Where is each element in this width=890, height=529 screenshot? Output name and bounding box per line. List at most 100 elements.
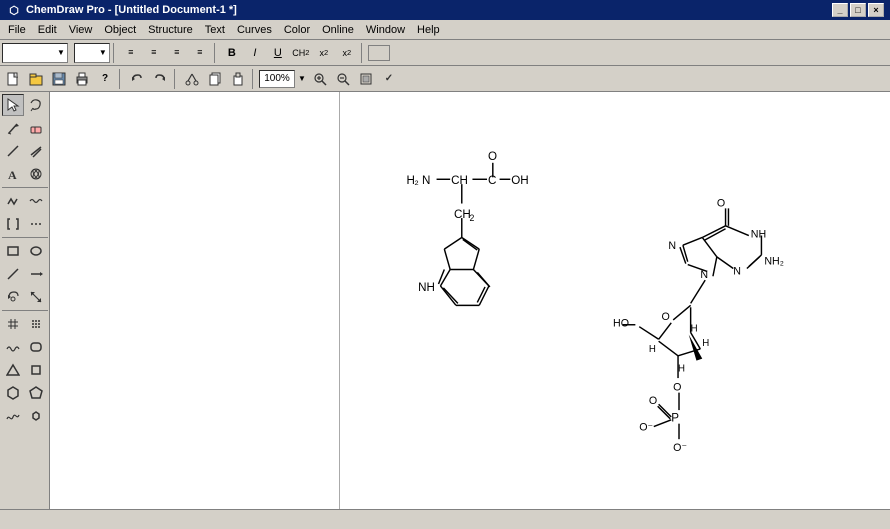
bond-tool[interactable]	[2, 140, 24, 162]
font-family-dropdown[interactable]: ▼	[2, 43, 68, 63]
zoom-dropdown-arrow[interactable]: ▼	[296, 68, 308, 90]
menu-structure[interactable]: Structure	[142, 20, 199, 40]
svg-text:P: P	[671, 412, 679, 425]
menu-color[interactable]: Color	[278, 20, 316, 40]
bold-button[interactable]: B	[221, 42, 243, 64]
svg-text:O: O	[488, 150, 497, 163]
dotted-tool[interactable]	[25, 213, 47, 235]
new-document-button[interactable]	[2, 68, 24, 90]
svg-text:O: O	[673, 382, 681, 394]
bracket-tool[interactable]	[2, 213, 24, 235]
superscript-button[interactable]: x2	[336, 42, 358, 64]
menu-help[interactable]: Help	[411, 20, 446, 40]
svg-text:A: A	[8, 168, 17, 181]
eraser-tool[interactable]	[25, 117, 47, 139]
svg-text:O: O	[717, 197, 725, 209]
redo-button[interactable]	[149, 68, 171, 90]
round-rect-tool[interactable]	[25, 336, 47, 358]
wavy-tool[interactable]	[25, 190, 47, 212]
zoom-fit-button[interactable]	[355, 68, 377, 90]
square-tool[interactable]	[25, 359, 47, 381]
small-hexagon-tool[interactable]	[25, 405, 47, 427]
font-size-arrow: ▼	[99, 48, 107, 57]
minimize-button[interactable]: _	[832, 3, 848, 17]
double-bond-tool[interactable]	[25, 140, 47, 162]
svg-text:OH: OH	[511, 174, 528, 187]
chain-tool[interactable]	[2, 190, 24, 212]
svg-text:N: N	[422, 174, 430, 187]
italic-button[interactable]: I	[244, 42, 266, 64]
checkmark-button[interactable]: ✓	[378, 68, 400, 90]
copy-button[interactable]	[204, 68, 226, 90]
arrow-draw-tool[interactable]	[25, 263, 47, 285]
squiggle-tool[interactable]	[2, 405, 24, 427]
rect-tool[interactable]	[2, 240, 24, 262]
menu-edit[interactable]: Edit	[32, 20, 63, 40]
cut-button[interactable]	[181, 68, 203, 90]
resize-tool[interactable]	[25, 286, 47, 308]
app-icon: ⬡	[6, 2, 22, 18]
lasso-tool[interactable]	[25, 94, 47, 116]
svg-text:NH: NH	[418, 281, 435, 294]
maximize-button[interactable]: □	[850, 3, 866, 17]
atom-tool[interactable]	[25, 163, 47, 185]
svg-text:H: H	[678, 363, 685, 374]
svg-text:H: H	[691, 324, 698, 335]
svg-text:O: O	[649, 395, 657, 407]
ellipse-tool[interactable]	[25, 240, 47, 262]
undo-button[interactable]	[126, 68, 148, 90]
grid-tool[interactable]	[2, 313, 24, 335]
svg-text:CH: CH	[451, 174, 468, 187]
close-button[interactable]: ×	[868, 3, 884, 17]
zoom-out-button[interactable]	[332, 68, 354, 90]
svg-text:N: N	[668, 240, 676, 252]
zoom-level-display: 100%	[259, 70, 295, 88]
triangle-tool[interactable]	[2, 359, 24, 381]
font-size-dropdown[interactable]: ▼	[74, 43, 110, 63]
align-left-button[interactable]: ≡	[120, 42, 142, 64]
dot-grid-tool[interactable]	[25, 313, 47, 335]
print-button[interactable]	[71, 68, 93, 90]
svg-text:2: 2	[470, 213, 475, 223]
molecule-area: H ₂ N CH C O OH CH 2	[340, 92, 890, 509]
menu-file[interactable]: File	[2, 20, 32, 40]
subscript-button[interactable]: x2	[313, 42, 335, 64]
paste-button[interactable]	[227, 68, 249, 90]
align-justify-button[interactable]: ≡	[189, 42, 211, 64]
menu-curves[interactable]: Curves	[231, 20, 278, 40]
align-right-button[interactable]: ≡	[166, 42, 188, 64]
svg-text:O⁻: O⁻	[639, 421, 653, 433]
drawing-canvas[interactable]	[50, 92, 340, 509]
save-document-button[interactable]	[48, 68, 70, 90]
hexagon-tool[interactable]	[2, 382, 24, 404]
align-center-button[interactable]: ≡	[143, 42, 165, 64]
svg-text:O⁻: O⁻	[673, 442, 687, 454]
subscript-ch2-button[interactable]: CH2	[290, 42, 312, 64]
svg-text:₂: ₂	[414, 174, 419, 187]
menu-text[interactable]: Text	[199, 20, 231, 40]
svg-text:NH₂: NH₂	[764, 256, 784, 268]
zoom-in-button[interactable]	[309, 68, 331, 90]
line-tool[interactable]	[2, 263, 24, 285]
font-family-arrow: ▼	[57, 48, 65, 57]
svg-text:N: N	[700, 269, 708, 281]
help-button[interactable]: ?	[94, 68, 116, 90]
menu-object[interactable]: Object	[98, 20, 142, 40]
underline-button[interactable]: U	[267, 42, 289, 64]
rotate-tool[interactable]	[2, 286, 24, 308]
pencil-tool[interactable]	[2, 117, 24, 139]
text-tool[interactable]: A	[2, 163, 24, 185]
svg-text:NH: NH	[751, 228, 766, 240]
left-toolbar: A	[0, 92, 50, 509]
wave-tool[interactable]	[2, 336, 24, 358]
color-button[interactable]	[368, 45, 390, 61]
select-tool[interactable]	[2, 94, 24, 116]
menu-window[interactable]: Window	[360, 20, 411, 40]
canvas-area[interactable]: H ₂ N CH C O OH CH 2	[50, 92, 890, 509]
menu-online[interactable]: Online	[316, 20, 360, 40]
molecule-svg: H ₂ N CH C O OH CH 2	[340, 92, 890, 509]
pentagon-tool[interactable]	[25, 382, 47, 404]
open-document-button[interactable]	[25, 68, 47, 90]
title-text: ChemDraw Pro - [Untitled Document-1 *]	[26, 4, 832, 16]
menu-view[interactable]: View	[63, 20, 99, 40]
